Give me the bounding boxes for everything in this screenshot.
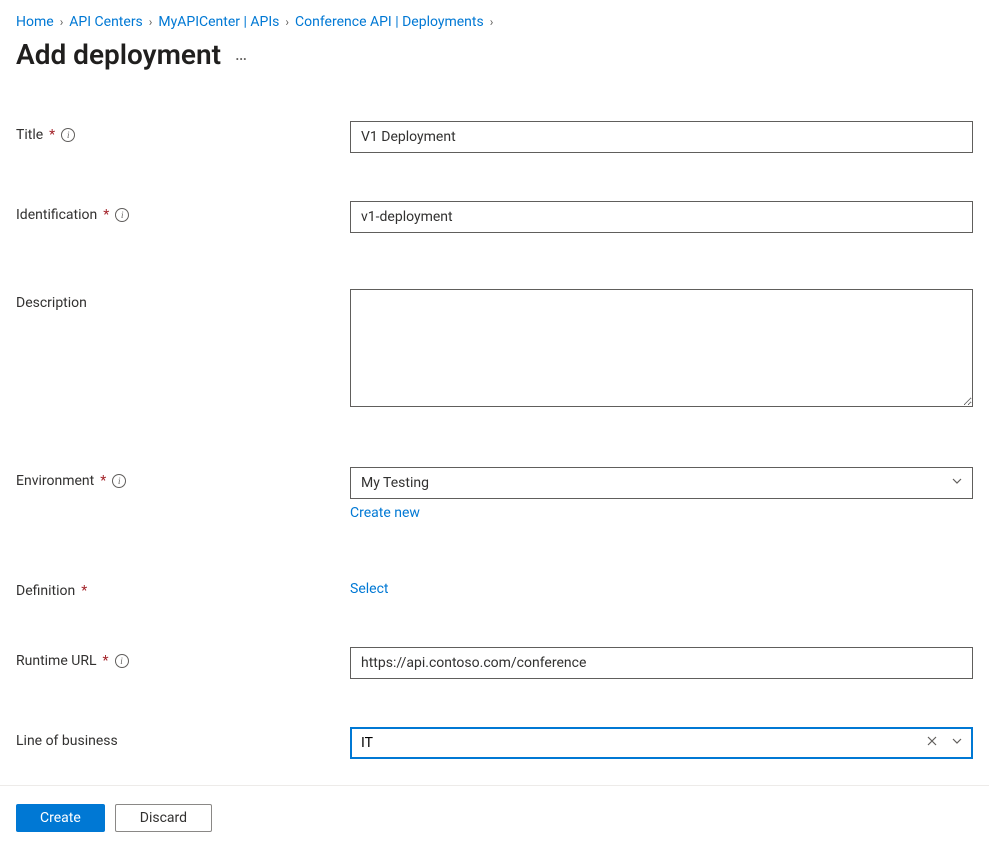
label-identification: Identification * i (16, 201, 350, 223)
definition-select-link[interactable]: Select (350, 581, 388, 597)
title-input[interactable] (350, 121, 973, 153)
chevron-right-icon: › (149, 15, 153, 29)
description-label: Description (16, 295, 87, 311)
create-button[interactable]: Create (16, 804, 105, 832)
info-icon[interactable]: i (112, 474, 126, 488)
runtime-url-input[interactable] (350, 647, 973, 679)
required-indicator: * (103, 207, 109, 223)
more-icon[interactable]: … (235, 46, 248, 64)
runtime-url-label: Runtime URL (16, 653, 96, 669)
form-row-line-of-business: Line of business (16, 727, 973, 759)
divider (0, 785, 989, 786)
breadcrumb: Home › API Centers › MyAPICenter | APIs … (16, 14, 973, 30)
required-indicator: * (49, 127, 55, 143)
required-indicator: * (102, 653, 108, 669)
info-icon[interactable]: i (61, 128, 75, 142)
page-header: Add deployment … (16, 38, 973, 71)
required-indicator: * (81, 583, 87, 599)
line-of-business-input[interactable] (350, 727, 973, 759)
breadcrumb-myapicenter-apis[interactable]: MyAPICenter | APIs (158, 14, 279, 30)
label-environment: Environment * i (16, 467, 350, 489)
page-title: Add deployment (16, 38, 221, 71)
form-row-environment: Environment * i Create new (16, 467, 973, 521)
label-runtime-url: Runtime URL * i (16, 647, 350, 669)
info-icon[interactable]: i (115, 654, 129, 668)
form-row-title: Title * i (16, 121, 973, 153)
identification-label: Identification (16, 207, 97, 223)
label-definition: Definition * (16, 577, 350, 599)
line-of-business-label: Line of business (16, 733, 118, 749)
identification-input[interactable] (350, 201, 973, 233)
definition-label: Definition (16, 583, 75, 599)
chevron-right-icon: › (285, 15, 289, 29)
breadcrumb-home[interactable]: Home (16, 14, 54, 30)
footer: Create Discard (16, 804, 973, 848)
chevron-right-icon: › (490, 15, 494, 29)
breadcrumb-conference-api-deployments[interactable]: Conference API | Deployments (295, 14, 484, 30)
required-indicator: * (100, 473, 106, 489)
form-row-runtime-url: Runtime URL * i (16, 647, 973, 679)
close-icon[interactable] (925, 734, 939, 752)
create-new-link[interactable]: Create new (350, 505, 420, 521)
label-line-of-business: Line of business (16, 727, 350, 749)
chevron-right-icon: › (60, 15, 64, 29)
environment-select[interactable] (350, 467, 973, 499)
form-row-definition: Definition * Select (16, 577, 973, 599)
info-icon[interactable]: i (115, 208, 129, 222)
form-row-identification: Identification * i (16, 201, 973, 233)
label-title: Title * i (16, 121, 350, 143)
form-row-description: Description (16, 289, 973, 411)
title-label: Title (16, 127, 43, 143)
label-description: Description (16, 289, 350, 311)
description-input[interactable] (350, 289, 973, 407)
environment-label: Environment (16, 473, 94, 489)
discard-button[interactable]: Discard (115, 804, 212, 832)
breadcrumb-api-centers[interactable]: API Centers (69, 14, 143, 30)
